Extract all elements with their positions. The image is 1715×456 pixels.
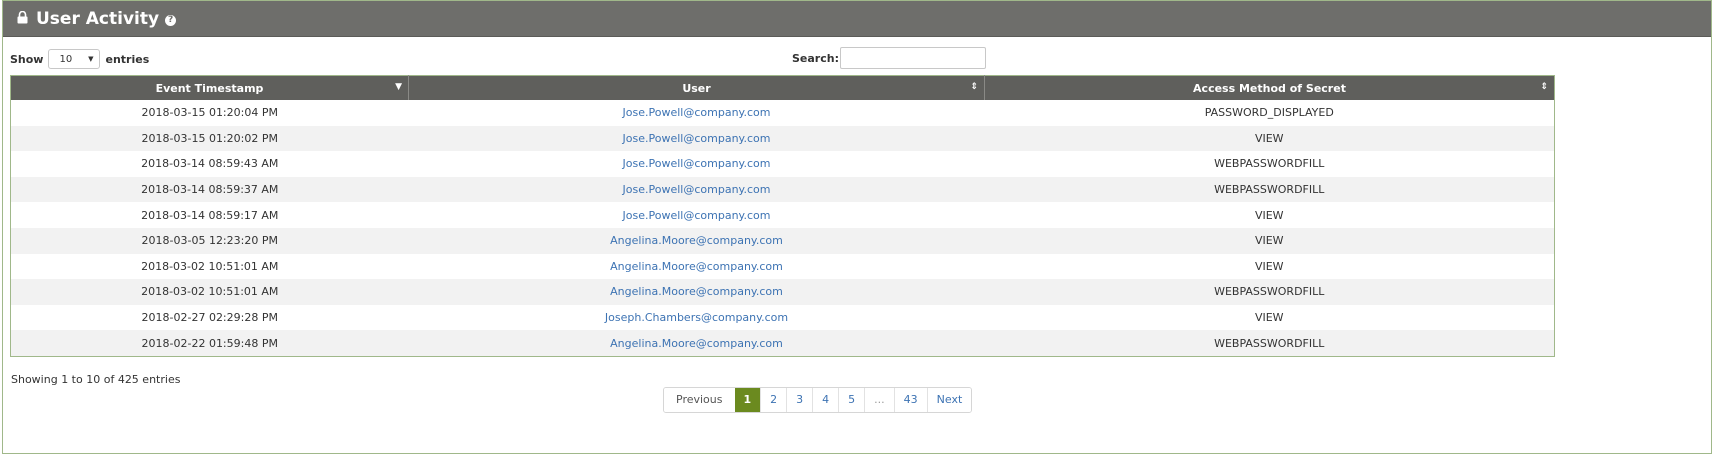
cell-user-link[interactable]: Jose.Powell@company.com <box>409 202 985 228</box>
column-header-event-timestamp[interactable]: Event Timestamp ▼ <box>10 75 409 100</box>
pagination: Previous 1 2 3 4 5 ... 43 Next <box>663 387 973 413</box>
cell-timestamp: 2018-03-14 08:59:43 AM <box>141 157 279 171</box>
length-control: Show 10 ▼ entries <box>10 49 149 69</box>
entries-label: entries <box>105 52 150 66</box>
page-button-3[interactable]: 3 <box>786 388 813 412</box>
cell-user-link[interactable]: Joseph.Chambers@company.com <box>409 305 985 331</box>
table-row: 2018-03-15 01:20:04 PM Jose.Powell@compa… <box>11 100 1555 126</box>
cell-access-method: VIEW <box>1254 311 1284 325</box>
cell-access-method: WEBPASSWORDFILL <box>984 279 1555 305</box>
cell-timestamp: 2018-03-15 01:20:04 PM <box>141 106 278 120</box>
cell-access-method: VIEW <box>984 125 1555 152</box>
cell-timestamp: 2018-03-14 08:59:17 AM <box>141 208 279 222</box>
panel-header: User Activity ? <box>3 1 1711 37</box>
table-row: 2018-03-15 01:20:02 PM Jose.Powell@compa… <box>10 125 1555 152</box>
sort-both-icon: ⇕ <box>970 82 978 92</box>
table-row: 2018-03-02 10:51:01 AM Angelina.Moore@co… <box>11 254 1555 280</box>
cell-access-method: WEBPASSWORDFILL <box>1214 157 1325 171</box>
cell-user-link[interactable]: Angelina.Moore@company.com <box>409 254 985 280</box>
cell-timestamp: 2018-02-27 02:29:28 PM <box>141 311 278 325</box>
cell-timestamp: 2018-03-15 01:20:02 PM <box>10 125 409 152</box>
previous-page-button[interactable]: Previous <box>664 388 735 412</box>
cell-access-method: VIEW <box>1254 208 1284 222</box>
cell-user-link[interactable]: Jose.Powell@company.com <box>408 125 985 152</box>
cell-access-method: WEBPASSWORDFILL <box>984 176 1555 203</box>
info-icon[interactable]: ? <box>165 15 177 26</box>
cell-access-method: VIEW <box>984 227 1555 254</box>
sort-desc-icon: ▼ <box>395 82 402 92</box>
page-button-2[interactable]: 2 <box>760 388 787 412</box>
table-row: 2018-03-14 08:59:37 AM Jose.Powell@compa… <box>10 176 1555 203</box>
table-body: 2018-03-15 01:20:04 PM Jose.Powell@compa… <box>10 100 1555 357</box>
cell-access-method: PASSWORD_DISPLAYED <box>1204 106 1334 120</box>
cell-timestamp: 2018-03-02 10:51:01 AM <box>10 279 409 305</box>
show-label: Show <box>10 52 44 66</box>
page-ellipsis: ... <box>864 388 894 412</box>
sort-both-icon: ⇕ <box>1540 82 1548 92</box>
page-button-1[interactable]: 1 <box>734 388 761 412</box>
cell-user-link[interactable]: Angelina.Moore@company.com <box>408 330 985 357</box>
search-input[interactable] <box>839 47 986 69</box>
chevron-down-icon: ▼ <box>88 55 94 63</box>
panel-title: User Activity <box>36 8 160 29</box>
next-page-button[interactable]: Next <box>926 388 972 412</box>
cell-user-link[interactable]: Jose.Powell@company.com <box>408 176 985 203</box>
lock-icon <box>17 11 28 24</box>
table-info: Showing 1 to 10 of 425 entries <box>11 373 181 386</box>
cell-access-method: WEBPASSWORDFILL <box>984 330 1555 357</box>
cell-user-link[interactable]: Jose.Powell@company.com <box>409 151 985 177</box>
search-control: Search: <box>792 47 986 69</box>
column-label: Access Method of Secret <box>1193 81 1346 95</box>
column-header-access-method[interactable]: Access Method of Secret ⇕ <box>984 75 1555 100</box>
table-row: 2018-03-02 10:51:01 AM Angelina.Moore@co… <box>10 279 1555 305</box>
table-row: 2018-03-05 12:23:20 PM Angelina.Moore@co… <box>10 227 1555 254</box>
page-button-5[interactable]: 5 <box>838 388 865 412</box>
table-row: 2018-03-14 08:59:43 AM Jose.Powell@compa… <box>11 151 1555 177</box>
cell-timestamp: 2018-03-02 10:51:01 AM <box>141 259 279 273</box>
cell-timestamp: 2018-03-05 12:23:20 PM <box>10 227 409 254</box>
cell-user-link[interactable]: Jose.Powell@company.com <box>409 100 985 126</box>
cell-timestamp: 2018-03-14 08:59:37 AM <box>10 176 409 203</box>
entries-per-page-select[interactable]: 10 ▼ <box>48 49 101 69</box>
page-button-4[interactable]: 4 <box>812 388 839 412</box>
cell-user-link[interactable]: Angelina.Moore@company.com <box>408 227 985 254</box>
column-header-user[interactable]: User ⇕ <box>408 75 985 100</box>
cell-access-method: VIEW <box>1254 259 1284 273</box>
table-row: 2018-02-27 02:29:28 PM Joseph.Chambers@c… <box>11 305 1555 331</box>
cell-user-link[interactable]: Angelina.Moore@company.com <box>408 279 985 305</box>
search-label: Search: <box>792 51 839 65</box>
page-button-43[interactable]: 43 <box>893 388 927 412</box>
entries-per-page-value: 10 <box>59 53 73 65</box>
table-header-row: Event Timestamp ▼ User ⇕ Access Method o… <box>10 75 1555 100</box>
activity-table: Event Timestamp ▼ User ⇕ Access Method o… <box>10 75 1555 357</box>
table-row: 2018-03-14 08:59:17 AM Jose.Powell@compa… <box>11 202 1555 228</box>
table-row: 2018-02-22 01:59:48 PM Angelina.Moore@co… <box>10 330 1555 357</box>
column-label: User <box>682 81 711 95</box>
cell-timestamp: 2018-02-22 01:59:48 PM <box>10 330 409 357</box>
column-label: Event Timestamp <box>155 81 264 95</box>
